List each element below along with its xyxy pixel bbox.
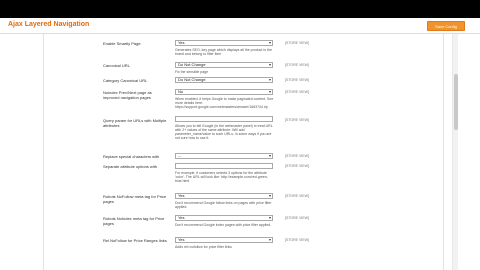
chevron-down-icon: ▾ <box>268 237 271 242</box>
setting-label: Replace special characters with <box>103 154 160 159</box>
scope-label: [STORE VIEW] <box>285 216 309 220</box>
setting-note: Fix the sensible page <box>175 70 209 74</box>
setting-select[interactable]: Yes ▾ <box>175 237 273 243</box>
select-value: No <box>178 89 184 94</box>
scope-label: [STORE VIEW] <box>285 238 309 242</box>
scope-label: [STORE VIEW] <box>285 90 309 94</box>
scrollbar[interactable] <box>452 34 458 270</box>
setting-label: Rel NoFollow for Price Ranges links <box>103 238 167 243</box>
chevron-down-icon: ▾ <box>268 193 271 198</box>
page-header: Ajax Layered Navigation Save Config <box>0 18 480 34</box>
setting-note: When enabled, it helps Google to make pa… <box>175 97 274 109</box>
setting-select[interactable]: No ▾ <box>175 89 273 95</box>
setting-label: Robots NoIndex meta tag for Price pages <box>103 216 165 226</box>
query-param-input[interactable] <box>175 116 273 122</box>
chevron-down-icon: ▾ <box>268 62 271 67</box>
scope-label: [STORE VIEW] <box>285 41 309 45</box>
setting-note: Generates SEO, key page which displays a… <box>175 48 272 56</box>
select-value: -- <box>178 153 181 158</box>
select-value: Yes <box>178 237 185 242</box>
setting-select[interactable]: Yes ▾ <box>175 215 273 221</box>
chevron-down-icon: ▾ <box>268 153 271 158</box>
save-config-button[interactable]: Save Config <box>427 21 465 31</box>
chevron-down-icon: ▾ <box>268 77 271 82</box>
setting-label: Enable Smartly Page <box>103 41 141 46</box>
setting-select[interactable]: -- ▾ <box>175 153 273 159</box>
chevron-down-icon: ▾ <box>268 215 271 220</box>
setting-note: Adds rel=nofollow for price filter links <box>175 245 232 249</box>
scope-label: [STORE VIEW] <box>285 164 309 168</box>
scope-label: [STORE VIEW] <box>285 118 309 122</box>
setting-label: Separate attribute options with <box>103 164 158 169</box>
right-column-divider <box>443 34 444 270</box>
page-title: Ajax Layered Navigation <box>8 21 90 28</box>
setting-note: Allows you to tell Google (in the webmas… <box>175 124 273 140</box>
chevron-down-icon: ▾ <box>268 40 271 45</box>
select-value: Yes <box>178 40 185 45</box>
setting-note: Don't recommend Google follow links on p… <box>175 201 272 209</box>
select-value: Do Not Change <box>178 77 206 82</box>
setting-note: Don't recommend Google index pages with … <box>175 223 272 227</box>
setting-select[interactable]: Do Not Change ▾ <box>175 62 273 68</box>
scope-label: [STORE VIEW] <box>285 194 309 198</box>
setting-label: Robots NoFollow meta tag for Price pages <box>103 194 167 204</box>
setting-select[interactable]: Yes ▾ <box>175 193 273 199</box>
setting-select[interactable]: Yes ▾ <box>175 40 273 46</box>
scrollbar-thumb[interactable] <box>454 74 458 130</box>
left-column-divider <box>43 34 44 270</box>
chevron-down-icon: ▾ <box>268 89 271 94</box>
setting-select[interactable]: Do Not Change ▾ <box>175 77 273 83</box>
select-value: Yes <box>178 215 185 220</box>
setting-label: Noindex Prev/Next page as improved navig… <box>103 90 152 100</box>
scope-label: [STORE VIEW] <box>285 78 309 82</box>
select-value: Do Not Change <box>178 62 206 67</box>
separator-input[interactable] <box>175 163 273 169</box>
select-value: Yes <box>178 193 185 198</box>
setting-label: Query param for URLs with Multiple attri… <box>103 118 167 128</box>
scope-label: [STORE VIEW] <box>285 63 309 67</box>
setting-label: Category Canonical URL <box>103 78 148 83</box>
setting-note: For example, if customers selects 3 opti… <box>175 171 268 183</box>
scope-label: [STORE VIEW] <box>285 154 309 158</box>
setting-label: Canonical URL <box>103 63 130 68</box>
